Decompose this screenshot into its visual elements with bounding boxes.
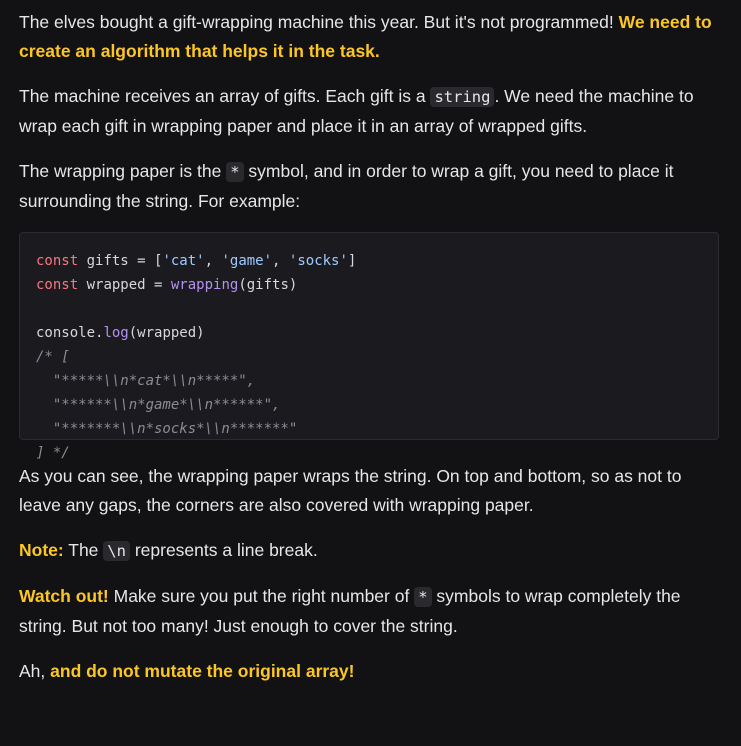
- intro-paragraph: The elves bought a gift-wrapping machine…: [19, 8, 719, 66]
- code-plain: (gifts): [238, 277, 298, 293]
- code-string: 'game': [221, 253, 273, 269]
- watch-out-label: Watch out!: [19, 586, 109, 606]
- code-example-block[interactable]: const gifts = ['cat', 'game', 'socks'] co…: [19, 232, 719, 461]
- input-text-before: The machine receives an array of gifts. …: [19, 86, 431, 106]
- code-line-2: const wrapped = wrapping(gifts): [36, 273, 702, 297]
- challenge-description: The elves bought a gift-wrapping machine…: [0, 0, 741, 686]
- code-comment-line: "*****\\n*cat*\\n*****",: [36, 373, 256, 389]
- code-keyword: const: [36, 253, 79, 269]
- code-plain: console.: [36, 325, 104, 341]
- code-plain: ,: [272, 253, 289, 269]
- code-plain: gifts = [: [78, 253, 163, 269]
- wrapping-text-before: The wrapping paper is the: [19, 161, 227, 181]
- code-comment-line: "******\\n*game*\\n******",: [36, 397, 281, 413]
- inline-code-string: string: [430, 87, 495, 107]
- final-paragraph: Ah, and do not mutate the original array…: [19, 657, 719, 686]
- code-plain: ,: [204, 253, 222, 269]
- code-comment-line: "*******\\n*socks*\\n*******": [36, 421, 298, 437]
- final-highlight: and do not mutate the original array!: [50, 661, 355, 681]
- input-paragraph: The machine receives an array of gifts. …: [19, 82, 719, 141]
- note-paragraph: Note: The \n represents a line break.: [19, 536, 719, 566]
- intro-text: The elves bought a gift-wrapping machine…: [19, 12, 619, 32]
- code-function: log: [103, 325, 129, 341]
- note-label: Note:: [19, 540, 64, 560]
- code-plain: wrapped =: [78, 277, 171, 293]
- note-text-after: represents a line break.: [129, 540, 318, 560]
- code-function: wrapping: [170, 277, 239, 293]
- code-keyword: const: [36, 277, 79, 293]
- watch-text-before: Make sure you put the right number of: [108, 586, 415, 606]
- code-string: 'cat': [162, 253, 205, 269]
- code-plain: ]: [347, 253, 357, 269]
- code-plain: (wrapped): [128, 325, 205, 341]
- code-comment-line: /* [: [36, 349, 70, 365]
- code-string: 'socks': [288, 253, 348, 269]
- code-line-1: const gifts = ['cat', 'game', 'socks']: [36, 249, 702, 273]
- watch-out-paragraph: Watch out! Make sure you put the right n…: [19, 582, 719, 641]
- inline-code-asterisk: *: [414, 587, 432, 607]
- code-line-4: console.log(wrapped): [36, 321, 702, 345]
- note-text-before: The: [63, 540, 104, 560]
- wrapping-paragraph: The wrapping paper is the * symbol, and …: [19, 157, 719, 216]
- explanation-paragraph: As you can see, the wrapping paper wraps…: [19, 466, 682, 515]
- inline-code-newline: \n: [103, 541, 130, 561]
- inline-code-asterisk: *: [226, 162, 244, 182]
- final-text-before: Ah,: [19, 661, 51, 681]
